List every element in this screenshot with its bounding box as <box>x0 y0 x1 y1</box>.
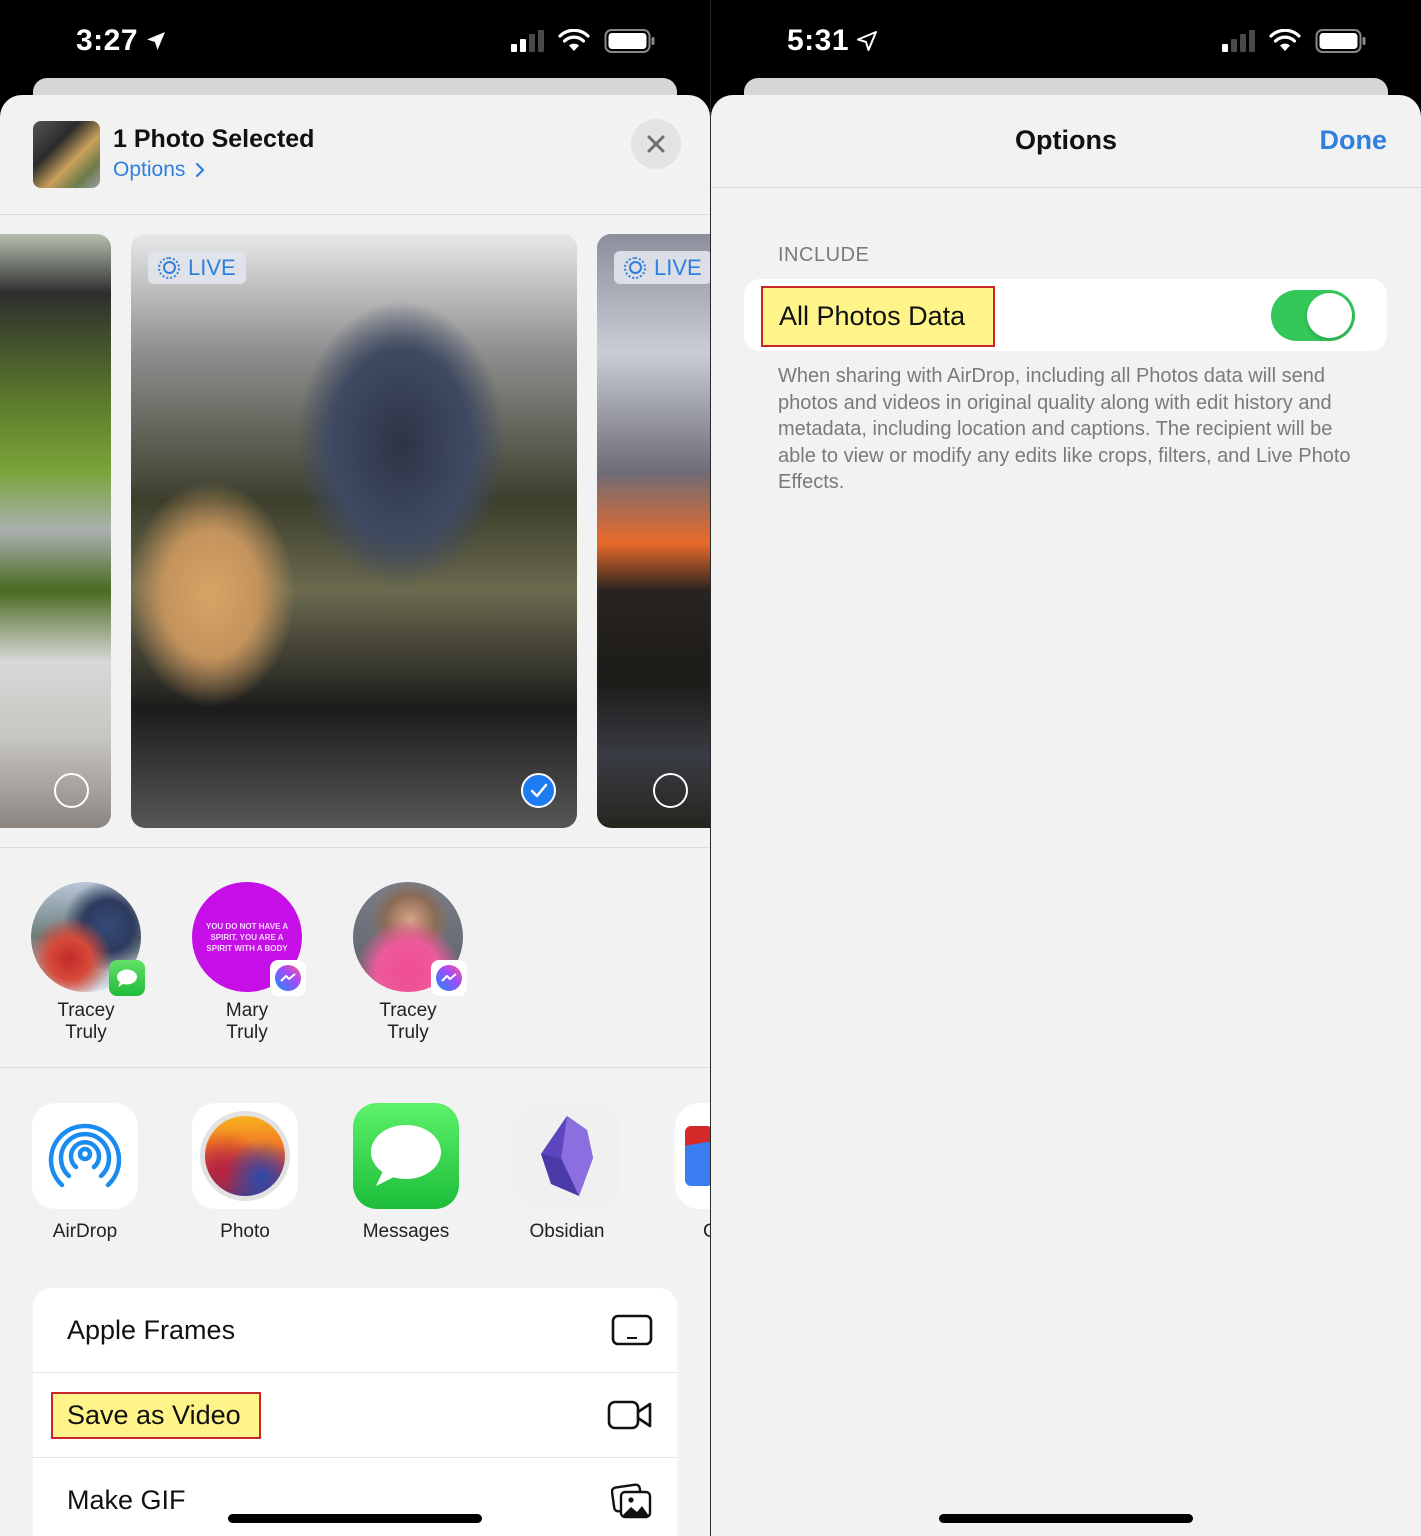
partial-app-icon <box>675 1103 710 1209</box>
home-indicator <box>939 1514 1193 1523</box>
location-arrow-outline-icon <box>857 31 878 51</box>
live-photo-icon <box>624 256 646 279</box>
all-photos-data-toggle[interactable] <box>1271 290 1355 341</box>
photo-bluejay[interactable]: LIVE <box>131 234 577 828</box>
share-header: 1 Photo Selected Options <box>0 95 710 215</box>
photo-selected-checkmark[interactable] <box>521 773 556 808</box>
person-name: Tracey Truly <box>57 1000 115 1043</box>
photo-select-toggle[interactable] <box>653 773 688 808</box>
live-photo-icon <box>158 256 180 279</box>
option-description: When sharing with AirDrop, including all… <box>778 365 1351 493</box>
messages-icon <box>109 960 145 996</box>
battery-full-icon <box>1315 29 1366 53</box>
options-header: Options Done <box>711 95 1421 188</box>
app-obsidian[interactable]: Obsidian <box>492 1103 642 1243</box>
wifi-icon <box>558 29 590 51</box>
photo-select-toggle[interactable] <box>54 773 89 808</box>
person-suggestion[interactable]: YOU DO NOT HAVE A SPIRIT. YOU ARE A SPIR… <box>177 882 317 1044</box>
battery-full-icon <box>604 29 655 53</box>
person-name: Tracey Truly <box>379 1000 437 1043</box>
divider <box>0 847 710 848</box>
messenger-icon <box>270 960 306 996</box>
action-apple-frames[interactable]: Apple Frames <box>33 1288 677 1373</box>
status-time: 3:27 <box>76 24 168 58</box>
action-list: Apple Frames Save as Video Make GIF <box>33 1288 677 1536</box>
avatar <box>353 882 467 996</box>
option-label: All Photos Data <box>761 286 996 347</box>
cellular-signal-icon <box>1222 30 1255 52</box>
avatar: YOU DO NOT HAVE A SPIRIT. YOU ARE A SPIR… <box>192 882 306 996</box>
status-bar: 5:31 <box>711 0 1421 80</box>
action-save-as-video[interactable]: Save as Video <box>33 1373 677 1458</box>
messenger-icon <box>431 960 467 996</box>
app-photo[interactable]: Photo <box>170 1103 320 1243</box>
app-airdrop[interactable]: AirDrop <box>10 1103 160 1243</box>
app-share-row: AirDrop Photo Messages Obsidian C <box>0 1103 710 1263</box>
app-partial[interactable]: C <box>653 1103 710 1243</box>
option-row-all-photos-data[interactable]: All Photos Data <box>744 279 1387 351</box>
status-time: 5:31 <box>787 24 879 58</box>
options-screen: 5:31 Options Done INCLUDE All Photos Dat… <box>711 0 1421 1536</box>
done-button[interactable]: Done <box>1320 125 1388 156</box>
people-suggestions: Tracey Truly YOU DO NOT HAVE A SPIRIT. Y… <box>0 882 710 1067</box>
share-sheet: 1 Photo Selected Options LIVE LIVE Trace… <box>0 95 710 1536</box>
options-title: Options <box>1015 125 1117 155</box>
photo-app-icon <box>192 1103 298 1209</box>
action-make-gif[interactable]: Make GIF <box>33 1458 677 1536</box>
wifi-icon <box>1269 29 1301 51</box>
location-arrow-filled-icon <box>147 32 166 50</box>
photo-sunset[interactable]: LIVE <box>597 234 710 828</box>
options-sheet: Options Done INCLUDE All Photos Data Whe… <box>711 95 1421 1536</box>
person-name: Mary Truly <box>225 1000 269 1043</box>
toggle-knob <box>1307 293 1352 338</box>
obsidian-icon <box>514 1103 620 1209</box>
airdrop-icon <box>32 1103 138 1209</box>
app-messages[interactable]: Messages <box>331 1103 481 1243</box>
share-sheet-screen: 3:27 1 Photo Selected Options LIVE LIVE … <box>0 0 710 1536</box>
live-badge: LIVE <box>614 251 710 284</box>
selected-photo-thumbnail <box>33 121 100 188</box>
chevron-right-icon <box>196 162 205 178</box>
close-button[interactable] <box>631 119 681 169</box>
status-bar: 3:27 <box>0 0 710 80</box>
share-title: 1 Photo Selected <box>113 125 315 153</box>
photo-carousel[interactable]: LIVE LIVE <box>0 234 710 828</box>
divider <box>0 1067 710 1068</box>
options-link[interactable]: Options <box>113 158 205 182</box>
home-indicator <box>228 1514 482 1523</box>
person-suggestion[interactable]: Tracey Truly <box>338 882 478 1044</box>
avatar <box>31 882 145 996</box>
person-suggestion[interactable]: Tracey Truly <box>16 882 156 1044</box>
checkmark-icon <box>530 783 547 797</box>
video-camera-icon <box>607 1400 652 1430</box>
photo-stack-icon <box>611 1482 652 1518</box>
cellular-signal-icon <box>511 30 544 52</box>
ipad-frame-icon <box>611 1314 653 1346</box>
section-label-include: INCLUDE <box>778 244 870 266</box>
messages-icon <box>353 1103 459 1209</box>
photo-fiddleheads[interactable] <box>0 234 111 828</box>
close-icon <box>647 135 665 153</box>
live-badge: LIVE <box>148 251 246 284</box>
